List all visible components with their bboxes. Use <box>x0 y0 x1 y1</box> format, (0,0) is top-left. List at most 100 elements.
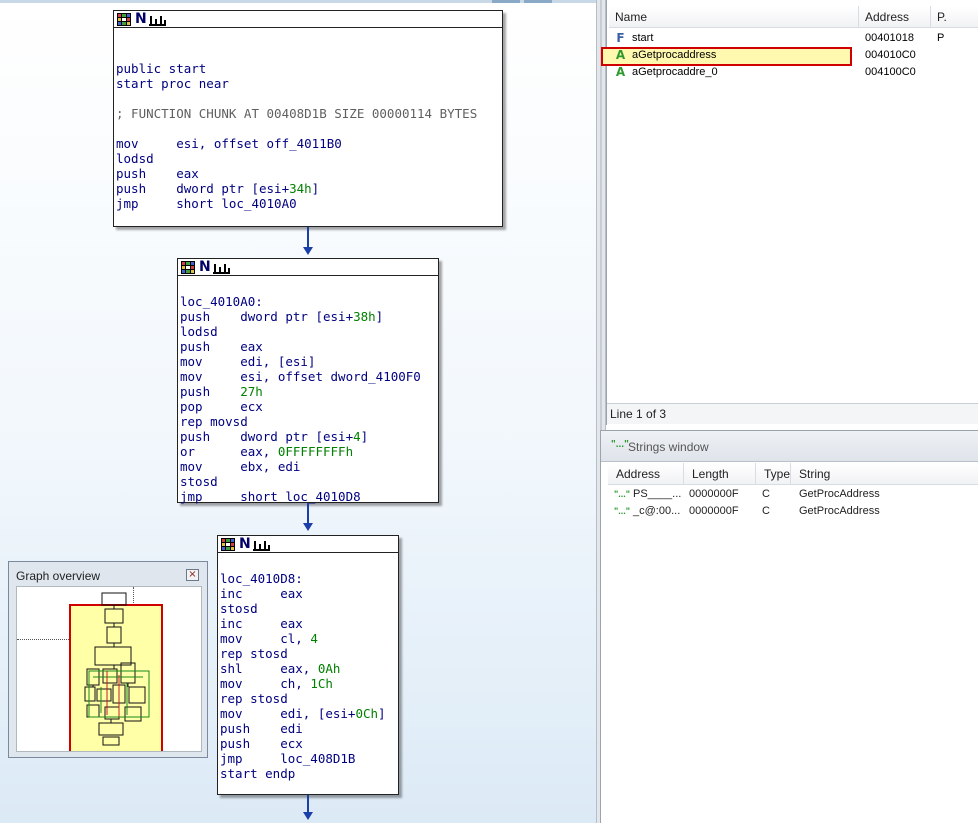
address-cell: _c@:00... <box>633 505 681 517</box>
code-line[interactable]: pop ecx <box>180 399 436 414</box>
code-line[interactable]: public start <box>116 61 500 76</box>
table-row[interactable]: A aGetprocaddress 004010C0 <box>607 47 978 64</box>
node-code: public start start proc near ; FUNCTION C… <box>114 28 502 213</box>
code-line[interactable]: push 27h <box>180 384 436 399</box>
code-line[interactable]: jmp short loc_4010A0 <box>116 196 500 211</box>
w-icon[interactable] <box>149 14 166 26</box>
graph-node-loc-4010a0[interactable]: N loc_4010A0: push dword ptr [esi+38h] lod… <box>177 258 439 506</box>
string-quote-icon: "..." <box>614 506 631 516</box>
code-line[interactable]: mov edi, [esi] <box>180 354 436 369</box>
code-line[interactable]: lodsd <box>180 324 436 339</box>
code-line[interactable]: or eax, 0FFFFFFFFh <box>180 444 436 459</box>
type-cell: C <box>762 488 770 500</box>
code-line[interactable]: push dword ptr [esi+4] <box>180 429 436 444</box>
table-row[interactable]: "..." _c@:00... 0000000F C GetProcAddres… <box>601 503 978 520</box>
code-line[interactable]: lodsd <box>116 151 500 166</box>
code-line[interactable]: jmp short loc_4010D8 <box>180 489 436 504</box>
code-line[interactable]: rep stosd <box>220 646 396 661</box>
graph-overview-panel[interactable]: Graph overview × <box>8 561 208 758</box>
column-header-string[interactable]: String <box>791 463 978 485</box>
flowchart-grid-icon[interactable] <box>221 538 235 551</box>
code-line[interactable]: rep movsd <box>180 414 436 429</box>
length-cell: 0000000F <box>689 505 739 517</box>
column-header-type[interactable]: Type <box>756 463 791 485</box>
table-row[interactable]: F start 00401018 P <box>607 30 978 47</box>
type-cell: C <box>762 505 770 517</box>
length-cell: 0000000F <box>689 488 739 500</box>
address-cell: 004100C0 <box>865 66 916 78</box>
node-header: N <box>114 11 502 28</box>
strings-icon: "..." <box>611 439 629 450</box>
node-code: loc_4010A0: push dword ptr [esi+38h] lodsd… <box>178 276 438 506</box>
name-cell: start <box>632 32 654 44</box>
code-line[interactable]: push edi <box>220 721 396 736</box>
code-line[interactable]: jmp loc_408D1B <box>220 751 396 766</box>
overview-mini-graph <box>84 592 150 746</box>
names-window[interactable]: Name Address P. F start 00401018 P A aGe… <box>601 0 978 425</box>
table-row[interactable]: A aGetprocaddre_0 004100C0 <box>607 64 978 81</box>
n-icon[interactable]: N <box>135 11 147 27</box>
code-line[interactable]: mov esi, offset dword_4100F0 <box>180 369 436 384</box>
code-line[interactable]: loc_4010D8: <box>220 571 396 586</box>
edge-arrow <box>307 503 309 525</box>
string-quote-icon: "..." <box>614 489 631 499</box>
flowchart-grid-icon[interactable] <box>117 13 131 26</box>
code-line[interactable]: push eax <box>116 166 500 181</box>
function-icon: F <box>616 31 625 45</box>
string-cell: GetProcAddress <box>799 488 880 500</box>
code-line[interactable]: rep stosd <box>220 691 396 706</box>
code-line[interactable]: ; FUNCTION CHUNK AT 00408D1B SIZE 000001… <box>116 106 500 121</box>
column-header-length[interactable]: Length <box>684 463 756 485</box>
code-line[interactable]: mov ch, 1Ch <box>220 676 396 691</box>
graph-node-loc-4010d8[interactable]: N loc_4010D8: inc eax stosd inc eax mov cl, … <box>217 535 399 795</box>
node-header: N <box>218 536 398 553</box>
public-cell: P <box>937 32 945 44</box>
code-line[interactable]: push eax <box>180 339 436 354</box>
code-line[interactable]: mov ebx, edi <box>180 459 436 474</box>
code-line[interactable]: mov cl, 4 <box>220 631 396 646</box>
code-line[interactable]: mov esi, offset off_4011B0 <box>116 136 500 151</box>
column-header-address[interactable]: Address <box>608 463 684 485</box>
address-cell: 00401018 <box>865 32 914 44</box>
n-icon[interactable]: N <box>239 536 251 552</box>
code-line[interactable]: mov edi, [esi+0Ch] <box>220 706 396 721</box>
strings-window-title: Strings window <box>628 440 709 454</box>
address-cell: 004010C0 <box>865 49 916 61</box>
code-line[interactable]: inc eax <box>220 616 396 631</box>
graph-overview-canvas[interactable] <box>16 586 202 752</box>
graph-view[interactable]: N public start start proc near ; FUNCTION… <box>0 0 596 823</box>
name-cell: aGetprocaddre_0 <box>632 66 718 78</box>
strings-window-titlebar[interactable]: "..." Strings window <box>601 431 978 462</box>
n-icon[interactable]: N <box>199 259 211 275</box>
flowchart-grid-icon[interactable] <box>181 261 195 274</box>
table-row[interactable]: "..." PS____... 0000000F C GetProcAddres… <box>601 486 978 503</box>
column-header-address[interactable]: Address <box>859 6 931 28</box>
code-line[interactable]: push dword ptr [esi+34h] <box>116 181 500 196</box>
string-icon: A <box>615 48 626 62</box>
code-line[interactable]: stosd <box>220 601 396 616</box>
close-icon[interactable]: × <box>186 569 199 581</box>
code-line[interactable]: inc eax <box>220 586 396 601</box>
code-line[interactable]: stosd <box>180 474 436 489</box>
column-header-name[interactable]: Name <box>609 6 859 28</box>
code-line[interactable]: push ecx <box>220 736 396 751</box>
arrowhead <box>303 812 313 820</box>
arrowhead <box>303 247 313 255</box>
w-icon[interactable] <box>253 539 270 551</box>
w-icon[interactable] <box>213 262 230 274</box>
graph-node-start[interactable]: N public start start proc near ; FUNCTION… <box>113 10 503 227</box>
code-line[interactable]: start endp <box>220 766 396 781</box>
code-line[interactable]: push dword ptr [esi+38h] <box>180 309 436 324</box>
address-cell: PS____... <box>633 488 682 500</box>
column-header-p[interactable]: P. <box>931 6 978 28</box>
code-line[interactable]: loc_4010A0: <box>180 294 436 309</box>
strings-window[interactable]: "..." Strings window Address Length Type… <box>600 430 978 823</box>
graph-top-scroll-strip <box>0 0 596 3</box>
code-line[interactable]: start proc near <box>116 76 500 91</box>
code-line[interactable]: shl eax, 0Ah <box>220 661 396 676</box>
